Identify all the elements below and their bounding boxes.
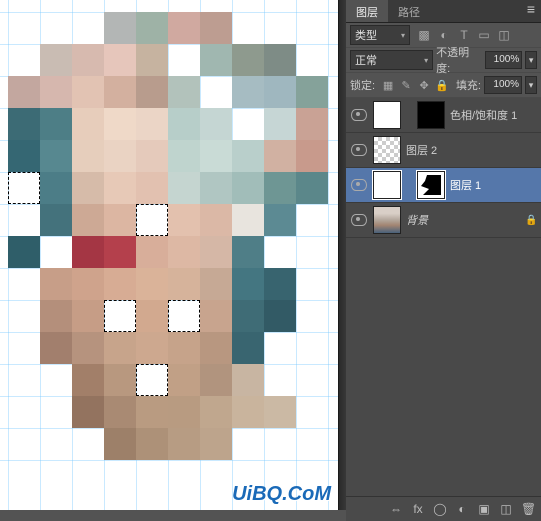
adjustment-thumb[interactable] [417,101,445,129]
layer-hue-saturation[interactable]: 色相/饱和度 1 [346,98,541,133]
mask-thumb[interactable] [373,101,401,129]
watermark: UiBQ.CoM [232,483,331,506]
eye-icon [351,214,367,226]
mask-thumb[interactable] [417,171,445,199]
lock-row: 锁定: ▦ ✎ ✥ 🔒 填充: 100% ▾ [346,73,541,98]
lock-pixels-icon[interactable]: ✎ [399,79,413,92]
layer-thumb[interactable] [373,136,401,164]
panel-tabs: 图层 路径 ≡ [346,0,541,23]
canvas[interactable] [0,0,338,510]
blend-mode-dropdown[interactable]: 正常 ▾ [350,50,433,70]
eye-icon [351,179,367,191]
lock-icon: 🔒 [525,215,537,226]
lock-label: 锁定: [350,77,375,93]
new-layer-icon[interactable]: ◫ [499,502,513,516]
blend-row: 正常 ▾ 不透明度: 100% ▾ [346,48,541,73]
layer-background[interactable]: 背景 🔒 [346,203,541,238]
layer-list: 色相/饱和度 1 图层 2 图层 1 背景 🔒 [346,98,541,496]
opacity-label: 不透明度: [436,44,482,76]
layer-thumb[interactable] [373,171,401,199]
layers-panel: ◄◄ 图层 路径 ≡ 类型 ▾ ▩ ◐ T ▭ ◫ 正常 ▾ 不透明度: 100… [346,0,541,510]
layer-name-label[interactable]: 图层 1 [450,177,537,193]
kind-label: 类型 [355,27,377,43]
group-icon[interactable]: ▣ [477,502,491,516]
visibility-toggle[interactable] [350,211,368,229]
lock-all-icon[interactable]: 🔒 [435,79,449,92]
kind-dropdown[interactable]: 类型 ▾ [350,25,410,45]
tab-paths[interactable]: 路径 [388,0,430,22]
eye-icon [351,109,367,121]
filter-pixel-icon[interactable]: ▩ [417,28,431,42]
layer-name-label[interactable]: 背景 [406,212,520,228]
panel-menu-icon[interactable]: ≡ [523,2,539,18]
layer-2[interactable]: 图层 2 [346,133,541,168]
filter-type-icon[interactable]: T [457,28,471,42]
filter-adjust-icon[interactable]: ◐ [437,28,451,42]
opacity-input[interactable]: 100% [485,51,522,69]
visibility-toggle[interactable] [350,106,368,124]
layer-name-label[interactable]: 色相/饱和度 1 [450,107,537,123]
layer-name-label[interactable]: 图层 2 [406,142,537,158]
chevron-down-icon: ▾ [401,31,405,40]
fill-label: 填充: [456,77,481,93]
eye-icon [351,144,367,156]
lock-position-icon[interactable]: ✥ [417,79,431,92]
visibility-toggle[interactable] [350,176,368,194]
adjustment-layer-icon[interactable]: ◐ [455,502,469,516]
link-layers-icon[interactable]: ⇔ [389,502,403,516]
fill-menu-icon[interactable]: ▾ [525,76,537,94]
blend-mode-label: 正常 [355,52,377,68]
panel-bottom-bar: ⇔ fx ◯ ◐ ▣ ◫ 🗑 [346,496,541,521]
tab-layers[interactable]: 图层 [346,0,388,22]
layer-style-icon[interactable]: fx [411,502,425,516]
lock-transparent-icon[interactable]: ▦ [381,79,395,92]
chevron-down-icon: ▾ [424,56,428,65]
filter-smart-icon[interactable]: ◫ [497,28,511,42]
fill-input[interactable]: 100% [484,76,522,94]
filter-shape-icon[interactable]: ▭ [477,28,491,42]
layer-mask-icon[interactable]: ◯ [433,502,447,516]
delete-layer-icon[interactable]: 🗑 [521,502,535,516]
layer-thumb[interactable] [373,206,401,234]
visibility-toggle[interactable] [350,141,368,159]
layer-1[interactable]: 图层 1 [346,168,541,203]
mosaic-artwork [8,12,322,452]
opacity-menu-icon[interactable]: ▾ [525,51,537,69]
